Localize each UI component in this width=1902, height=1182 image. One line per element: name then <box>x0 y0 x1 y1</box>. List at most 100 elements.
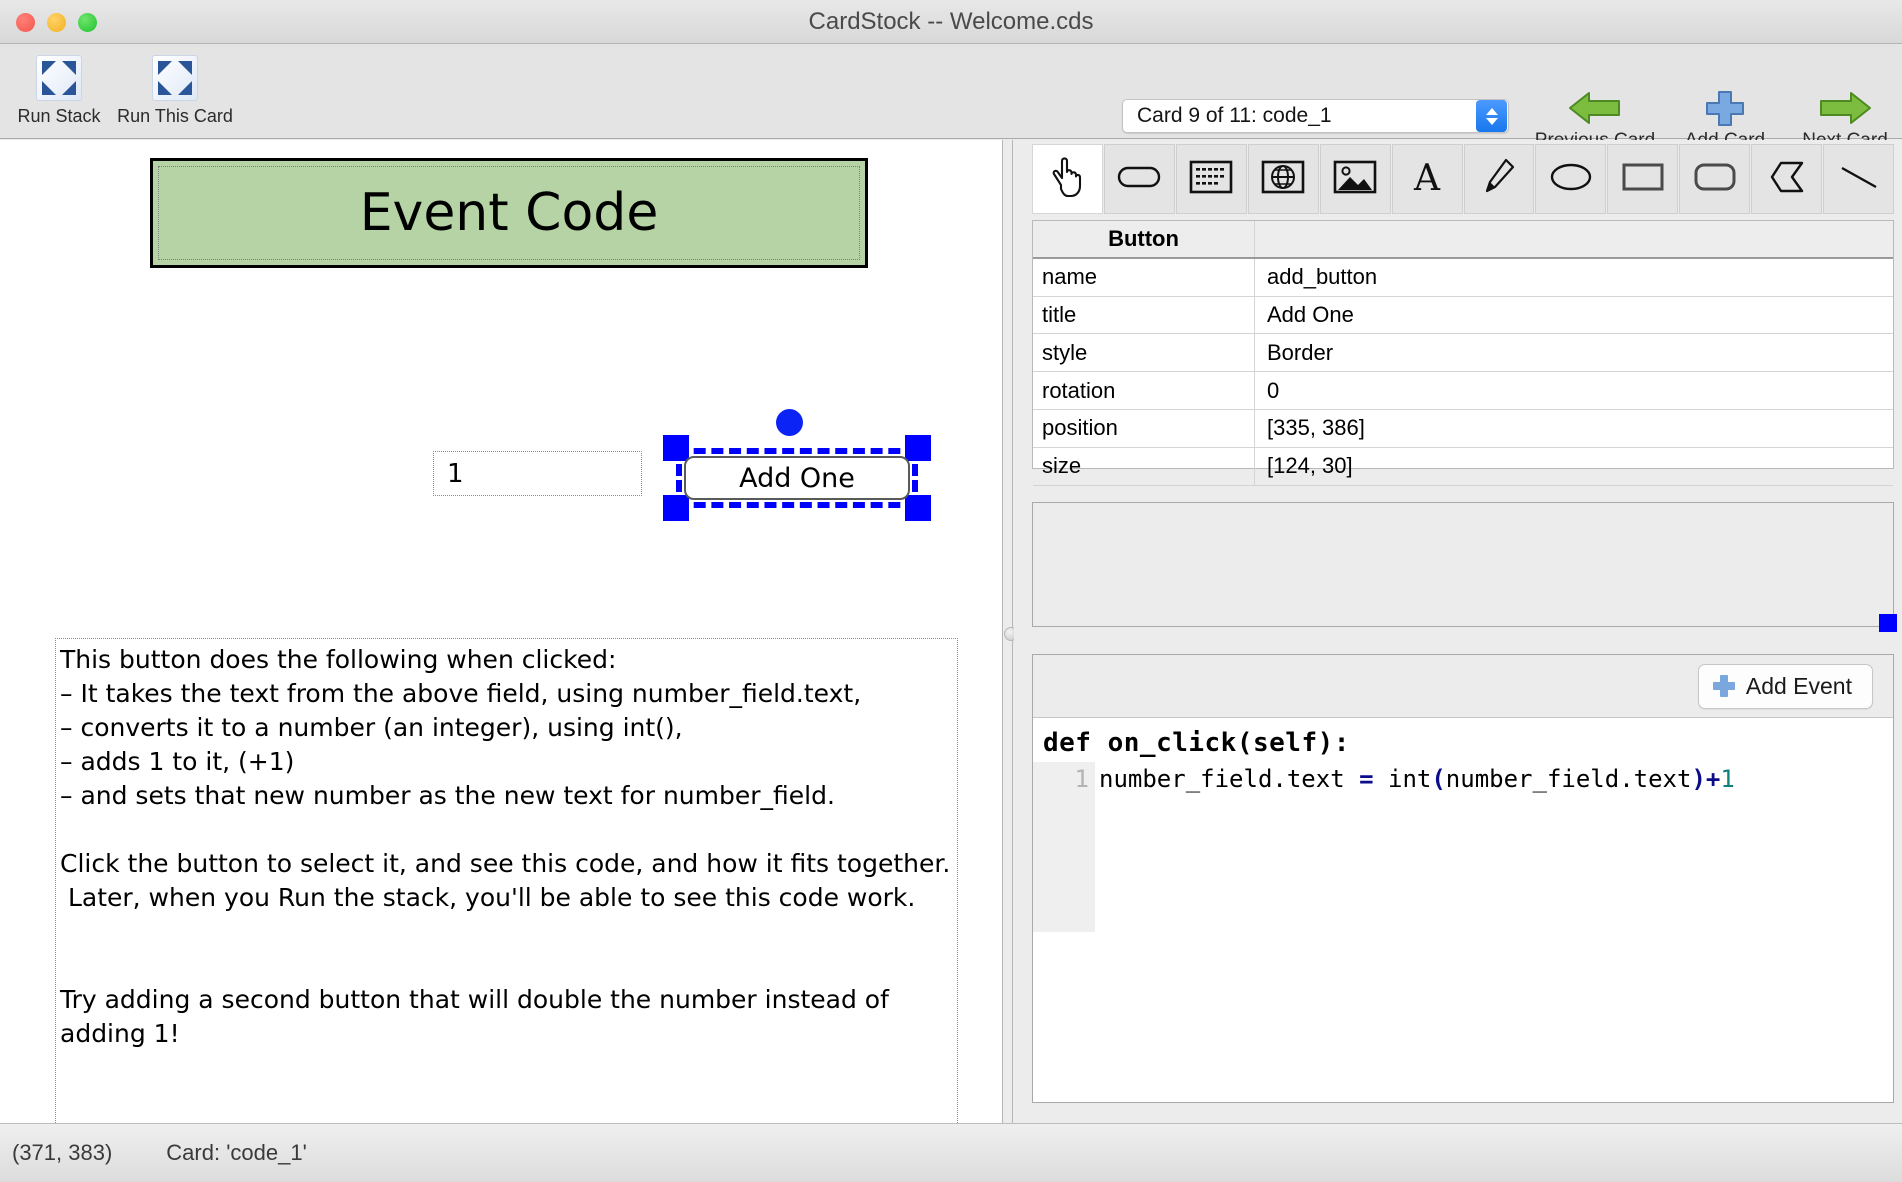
property-key: style <box>1033 334 1255 372</box>
card-selector[interactable]: Card 9 of 11: code_1 <box>1122 99 1509 133</box>
card-title-object[interactable]: Event Code <box>150 158 868 268</box>
rounded-button-icon <box>1117 164 1161 195</box>
property-key: title <box>1033 296 1255 334</box>
value-editor-panel[interactable] <box>1032 502 1894 627</box>
cursor-coordinates: (371, 383) <box>12 1140 113 1165</box>
tool-polygon[interactable] <box>1751 144 1823 214</box>
add-one-button[interactable]: Add One <box>684 456 910 500</box>
tool-palette: A <box>1032 144 1895 218</box>
panel-resize-handle[interactable] <box>1879 614 1897 632</box>
main-toolbar: Run Stack Run This Card Card 9 of 11: co… <box>0 44 1902 151</box>
description-line-5: – and sets that new number as the new te… <box>60 781 835 810</box>
tool-pen[interactable] <box>1463 144 1535 214</box>
text-field-icon <box>1189 160 1233 199</box>
tool-button[interactable] <box>1103 144 1175 214</box>
tool-oval[interactable] <box>1535 144 1607 214</box>
property-key: position <box>1033 409 1255 447</box>
code-seg: number_field.text <box>1099 765 1360 793</box>
property-value[interactable]: 0 <box>1255 372 1893 409</box>
resize-handle-top-right[interactable] <box>905 435 931 461</box>
run-this-card-label: Run This Card <box>117 106 233 126</box>
property-value[interactable]: add_button <box>1255 259 1893 296</box>
property-row-title[interactable]: title Add One <box>1033 296 1893 335</box>
number-field-value: 1 <box>447 458 464 489</box>
line-icon <box>1837 162 1881 197</box>
paragraph-gap-1 <box>60 813 951 847</box>
property-row-style[interactable]: style Border <box>1033 334 1893 373</box>
property-row-position[interactable]: position [335, 386] <box>1033 409 1893 448</box>
add-event-button[interactable]: Add Event <box>1697 663 1873 709</box>
property-value[interactable]: Add One <box>1255 297 1893 334</box>
code-editor-panel: Add Event def on_click(self): 1 number_f… <box>1032 654 1894 1103</box>
property-key: rotation <box>1033 372 1255 409</box>
property-row-size[interactable]: size [124, 30] <box>1033 447 1893 486</box>
resize-handle-bottom-right[interactable] <box>905 495 931 521</box>
event-handler-signature: def on_click(self): <box>1043 728 1350 758</box>
code-seg: = <box>1359 765 1374 793</box>
description-line-7: Later, when you Run the stack, you'll be… <box>60 883 916 912</box>
web-view-icon <box>1261 160 1305 199</box>
text-label-icon: A <box>1408 158 1446 200</box>
oval-icon <box>1548 161 1594 198</box>
description-line-3: – converts it to a number (an integer), … <box>60 713 683 742</box>
card-selector-value: Card 9 of 11: code_1 <box>1137 104 1332 127</box>
card-title-text: Event Code <box>359 183 659 243</box>
card-canvas[interactable]: Event Code 1 Add One This button does th… <box>0 140 1003 1123</box>
rectangle-icon <box>1621 162 1665 197</box>
code-seg: ( <box>1431 765 1446 793</box>
number-field[interactable]: 1 <box>433 451 642 496</box>
tool-rounded-rect[interactable] <box>1679 144 1751 214</box>
description-line-6: Click the button to select it, and see t… <box>60 849 951 878</box>
window-titlebar: CardStock -- Welcome.cds <box>0 0 1902 44</box>
property-key: name <box>1033 258 1255 296</box>
tool-rectangle[interactable] <box>1607 144 1679 214</box>
run-this-card-icon <box>116 52 234 104</box>
property-value[interactable]: [124, 30] <box>1255 448 1893 485</box>
property-grid[interactable]: Button name add_button title Add One sty… <box>1032 220 1894 486</box>
paragraph-gap-3 <box>60 949 951 983</box>
polygon-icon <box>1767 160 1807 199</box>
tool-text-label[interactable]: A <box>1391 144 1463 214</box>
tool-image[interactable] <box>1319 144 1391 214</box>
card-title-inner: Event Code <box>158 166 860 260</box>
rounded-rect-icon <box>1693 162 1737 197</box>
hand-pointer-icon <box>1047 155 1087 204</box>
resize-handle-bottom-left[interactable] <box>663 495 689 521</box>
inspector-panel: A Button name add_button title Add One s… <box>1014 140 1902 1123</box>
property-row-rotation[interactable]: rotation 0 <box>1033 372 1893 410</box>
right-arrow-icon <box>1789 86 1901 130</box>
add-one-button-selection: Add One <box>662 409 932 521</box>
property-key: size <box>1033 447 1255 485</box>
code-text-area[interactable]: number_field.text = int(number_field.tex… <box>1095 762 1893 932</box>
image-icon <box>1333 160 1377 199</box>
cardstock-window: CardStock -- Welcome.cds Run Stack Run T… <box>0 0 1902 1182</box>
run-this-card-button[interactable]: Run This Card <box>116 52 234 127</box>
property-row-name[interactable]: name add_button <box>1033 258 1893 297</box>
run-stack-label: Run Stack <box>17 106 101 126</box>
run-stack-button[interactable]: Run Stack <box>0 52 118 127</box>
tool-line[interactable] <box>1823 144 1895 214</box>
chevron-up-icon <box>1485 107 1498 115</box>
description-line-9: adding 1! <box>60 1019 180 1048</box>
svg-text:A: A <box>1413 159 1441 195</box>
card-description-textbox[interactable]: This button does the following when clic… <box>55 638 958 1123</box>
rotation-handle[interactable] <box>776 409 803 436</box>
tool-text-field[interactable] <box>1175 144 1247 214</box>
tool-web-view[interactable] <box>1247 144 1319 214</box>
code-seg: number_field.text <box>1445 765 1692 793</box>
panel-splitter[interactable] <box>1003 140 1018 1123</box>
property-value[interactable]: [335, 386] <box>1255 410 1893 447</box>
property-value[interactable]: Border <box>1255 334 1893 371</box>
code-seg: ) <box>1691 765 1706 793</box>
code-seg: 1 <box>1720 765 1735 793</box>
resize-handle-top-left[interactable] <box>663 435 689 461</box>
chevron-down-icon <box>1485 117 1498 125</box>
code-seg: int <box>1373 765 1432 793</box>
tool-hand-pointer[interactable] <box>1032 144 1103 214</box>
add-event-label: Add Event <box>1745 672 1852 699</box>
card-selector-stepper[interactable] <box>1476 100 1507 132</box>
run-stack-icon <box>0 52 118 104</box>
left-arrow-icon <box>1527 86 1663 130</box>
description-line-4: – adds 1 to it, (+1) <box>60 747 295 776</box>
status-bar: (371, 383) Card: 'code_1' <box>0 1123 1902 1182</box>
